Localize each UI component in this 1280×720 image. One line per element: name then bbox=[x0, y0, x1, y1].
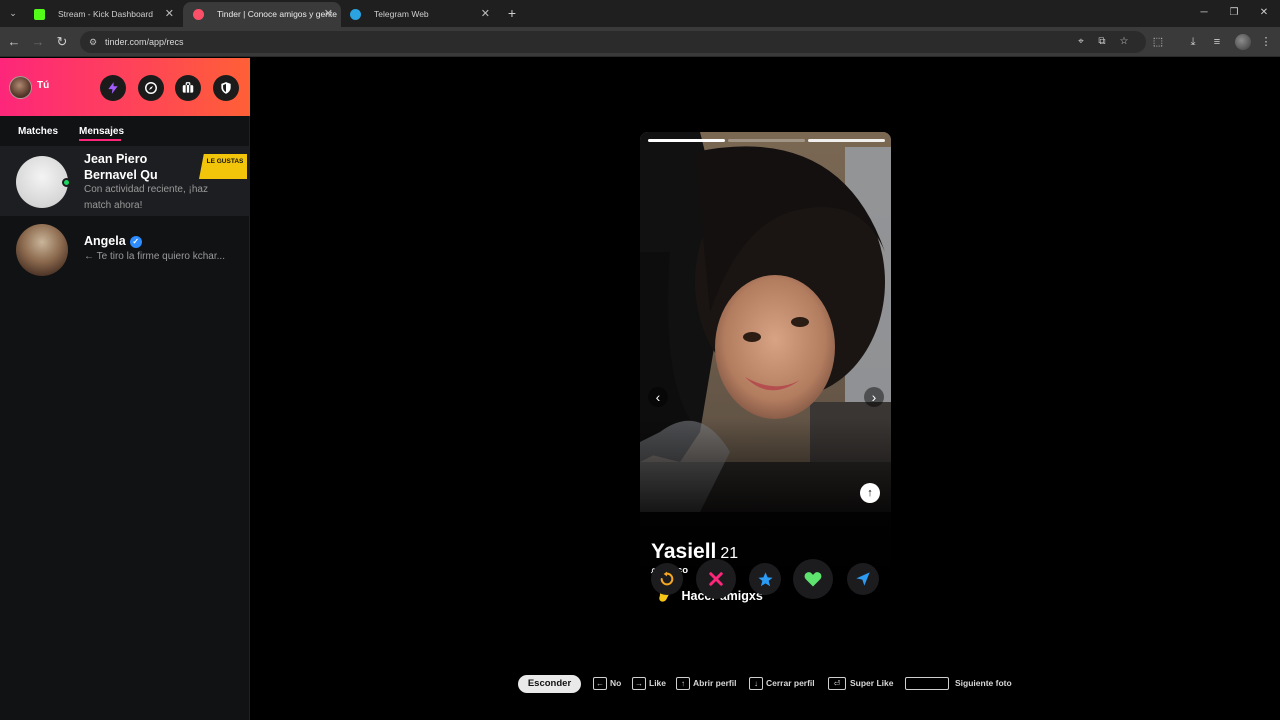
site-info-icon[interactable]: ⚙ bbox=[86, 35, 100, 49]
spacebar-key-icon bbox=[905, 677, 949, 690]
sidebar: Tú Matches Mensajes Jean Piero Bernavel … bbox=[0, 58, 250, 720]
super-like-button[interactable] bbox=[749, 563, 781, 595]
hide-shortcuts-button[interactable]: Esconder bbox=[518, 675, 581, 693]
downloads-icon[interactable]: ⤓ bbox=[1185, 34, 1201, 50]
likes-you-badge: LE GUSTAS bbox=[199, 154, 247, 179]
shield-icon bbox=[221, 82, 231, 94]
hint-next-photo: Siguiente foto bbox=[955, 678, 1012, 688]
sidebar-header: Tú bbox=[0, 58, 250, 116]
install-app-icon[interactable]: ⧉ bbox=[1095, 35, 1109, 49]
keyboard-shortcuts-bar: Esconder ← No → Like ↑ Abrir perfil ↓ Ce… bbox=[0, 674, 1280, 696]
my-profile-label[interactable]: Tú bbox=[37, 80, 49, 91]
match-avatar bbox=[16, 224, 68, 276]
tab-title: Tinder | Conoce amigos y gente bbox=[217, 9, 338, 19]
enter-key-icon: ⏎ bbox=[828, 677, 846, 690]
menu-kebab-icon[interactable]: ⋮ bbox=[1258, 34, 1274, 50]
url-text[interactable]: tinder.com/app/recs bbox=[105, 31, 184, 53]
my-avatar[interactable] bbox=[9, 76, 32, 99]
extensions-icon[interactable]: ⬚ bbox=[1150, 34, 1166, 50]
rewind-icon bbox=[660, 571, 674, 586]
right-arrow-key-icon: → bbox=[632, 677, 646, 690]
left-arrow-key-icon: ← bbox=[593, 677, 607, 690]
tab-search-chevron-icon[interactable]: ⌄ bbox=[4, 5, 22, 21]
nope-button[interactable] bbox=[696, 559, 736, 599]
reload-icon[interactable]: ↻ bbox=[54, 33, 70, 51]
send-message-button[interactable] bbox=[847, 563, 879, 595]
shop-button[interactable] bbox=[175, 75, 201, 101]
tab-tinder[interactable]: Tinder | Conoce amigos y gente ✕ bbox=[183, 2, 341, 27]
photo-progress-active bbox=[648, 139, 725, 142]
hint-open-profile: Abrir perfil bbox=[693, 678, 737, 688]
telegram-favicon-icon bbox=[350, 9, 361, 20]
hint-super-like: Super Like bbox=[850, 678, 894, 688]
tab-messages[interactable]: Mensajes bbox=[79, 126, 124, 137]
tab-matches[interactable]: Matches bbox=[18, 126, 58, 137]
back-icon[interactable]: ← bbox=[6, 33, 22, 51]
browser-tab-strip: ⌄ Stream - Kick Dashboard ✕ Tinder | Con… bbox=[0, 0, 1280, 27]
rewind-button[interactable] bbox=[651, 563, 683, 595]
tab-kick-dashboard[interactable]: Stream - Kick Dashboard ✕ bbox=[24, 2, 182, 27]
x-icon bbox=[709, 572, 723, 586]
open-profile-arrow-icon[interactable]: ↑ bbox=[860, 483, 880, 503]
close-tab-icon[interactable]: ✕ bbox=[165, 2, 174, 27]
down-arrow-key-icon: ↓ bbox=[749, 677, 763, 690]
close-tab-icon[interactable]: ✕ bbox=[481, 2, 490, 27]
match-preview: ← Te tiro la firme quiero kchar... bbox=[84, 251, 225, 262]
match-avatar bbox=[16, 156, 68, 208]
close-window-icon[interactable]: ✕ bbox=[1257, 5, 1271, 21]
briefcase-icon bbox=[182, 82, 194, 93]
verified-check-icon: ✓ bbox=[129, 236, 142, 248]
profile-name: Yasiell bbox=[651, 540, 717, 563]
forward-icon[interactable]: → bbox=[30, 33, 46, 51]
star-icon bbox=[757, 571, 773, 586]
hint-close-profile: Cerrar perfil bbox=[766, 678, 815, 688]
like-button[interactable] bbox=[793, 559, 833, 599]
bookmark-star-icon[interactable]: ☆ bbox=[1117, 35, 1131, 49]
next-photo-icon[interactable]: › bbox=[864, 387, 884, 407]
hint-nope: No bbox=[610, 678, 622, 688]
heart-icon bbox=[804, 572, 822, 587]
hint-like: Like bbox=[649, 678, 667, 688]
tinder-app: Tú Matches Mensajes Jean Piero Bernavel … bbox=[0, 58, 1280, 720]
tab-title: Telegram Web bbox=[374, 9, 429, 19]
photo-progress bbox=[808, 139, 885, 142]
new-tab-button[interactable]: + bbox=[505, 4, 519, 22]
safety-button[interactable] bbox=[213, 75, 239, 101]
match-name-row: Angela ✓ bbox=[84, 233, 142, 249]
restore-icon[interactable]: ❐ bbox=[1227, 5, 1241, 21]
compass-icon bbox=[145, 82, 157, 94]
match-name: Jean Piero Bernavel Qu bbox=[84, 152, 158, 182]
close-tab-icon[interactable]: ✕ bbox=[324, 2, 333, 27]
online-indicator bbox=[62, 178, 71, 187]
lightning-icon bbox=[108, 82, 118, 94]
message-item[interactable]: Angela ✓ ← Te tiro la firme quiero kchar.… bbox=[0, 216, 250, 280]
photo-progress bbox=[728, 139, 805, 142]
match-preview: Con actividad reciente, ¡haz match ahora… bbox=[84, 184, 208, 211]
up-arrow-key-icon: ↑ bbox=[676, 677, 690, 690]
tab-title: Stream - Kick Dashboard bbox=[58, 9, 153, 19]
kick-favicon-icon bbox=[34, 9, 45, 20]
tinder-favicon-icon bbox=[193, 9, 204, 20]
active-tab-indicator bbox=[79, 139, 121, 141]
paper-plane-icon bbox=[856, 572, 870, 586]
profile-avatar[interactable] bbox=[1235, 34, 1251, 50]
browser-toolbar: ← → ↻ ⚙ tinder.com/app/recs ⌖ ⧉ ☆ ⬚ ⤓ ≡ … bbox=[0, 27, 1280, 57]
explore-button[interactable] bbox=[138, 75, 164, 101]
boost-button[interactable] bbox=[100, 75, 126, 101]
media-control-icon[interactable]: ≡ bbox=[1209, 34, 1225, 50]
location-icon[interactable]: ⌖ bbox=[1074, 35, 1088, 49]
tab-telegram[interactable]: Telegram Web ✕ bbox=[340, 2, 498, 27]
previous-photo-icon[interactable]: ‹ bbox=[648, 387, 668, 407]
match-name: Angela bbox=[84, 234, 126, 248]
minimize-icon[interactable]: ─ bbox=[1197, 5, 1211, 21]
address-bar[interactable]: ⚙ tinder.com/app/recs ⌖ ⧉ ☆ bbox=[80, 31, 1146, 53]
